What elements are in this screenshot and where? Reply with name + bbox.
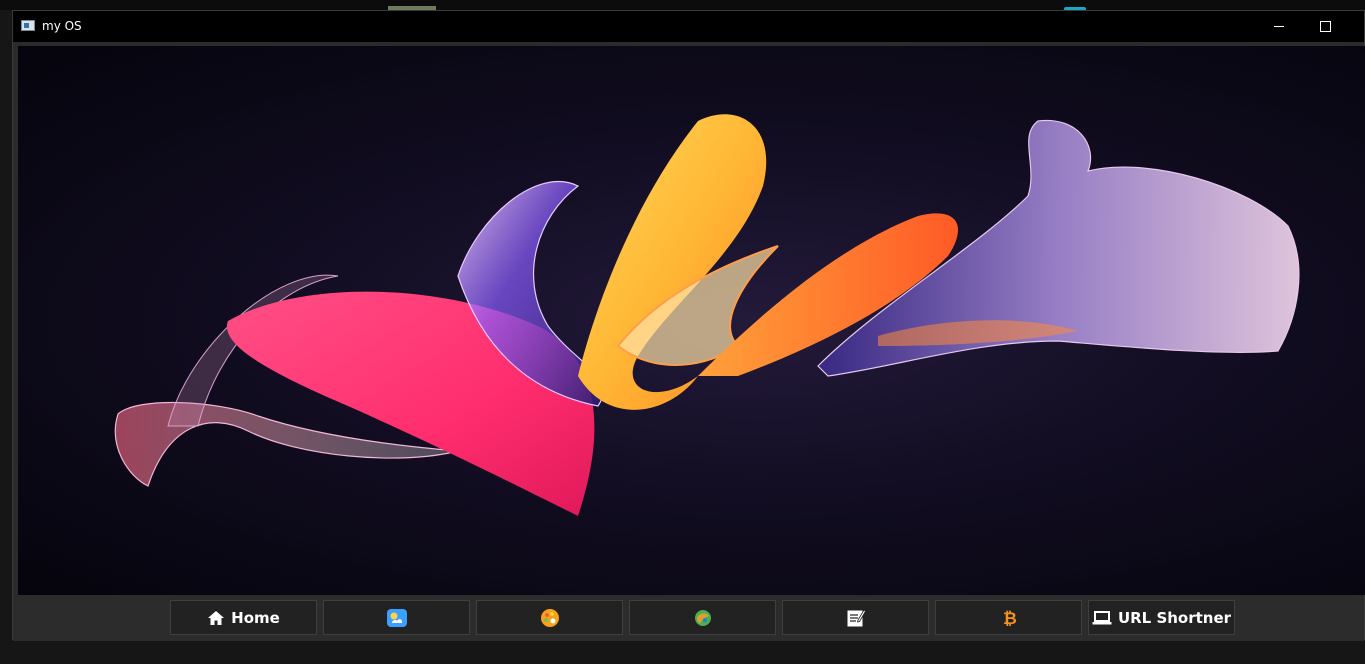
palette-icon xyxy=(540,608,560,628)
taskbar-button-home[interactable]: Home xyxy=(170,600,317,635)
wallpaper-art xyxy=(114,114,1300,516)
notepad-icon xyxy=(846,608,866,628)
taskbar-button-home-label: Home xyxy=(231,608,280,627)
taskbar: Home ₿ URL Shortner xyxy=(13,597,1364,641)
taskbar-button-weather[interactable] xyxy=(323,600,470,635)
taskbar-button-paint[interactable] xyxy=(476,600,623,635)
app-window: my OS Home ₿ URL Shortner xyxy=(12,10,1365,641)
maximize-button[interactable] xyxy=(1302,11,1348,42)
taskbar-button-crypto[interactable]: ₿ xyxy=(935,600,1082,635)
minimize-button[interactable] xyxy=(1256,11,1302,42)
weather-icon xyxy=(386,608,408,628)
app-window-icon xyxy=(21,20,35,31)
taskbar-button-notes[interactable] xyxy=(782,600,929,635)
maximize-icon xyxy=(1319,21,1331,32)
desktop-background xyxy=(0,0,1365,10)
svg-text:₿: ₿ xyxy=(1003,609,1016,628)
home-icon xyxy=(207,610,225,626)
taskbar-button-game[interactable] xyxy=(629,600,776,635)
game-icon xyxy=(694,609,712,627)
minimize-icon xyxy=(1274,26,1284,27)
laptop-icon xyxy=(1092,610,1112,626)
title-bar: my OS xyxy=(13,11,1364,42)
bitcoin-icon: ₿ xyxy=(1002,608,1016,628)
taskbar-button-url-shortner-label: URL Shortner xyxy=(1117,608,1232,627)
window-title: my OS xyxy=(42,19,82,33)
taskbar-button-url-shortner[interactable]: URL Shortner xyxy=(1088,600,1235,635)
desktop-wallpaper xyxy=(18,46,1365,595)
